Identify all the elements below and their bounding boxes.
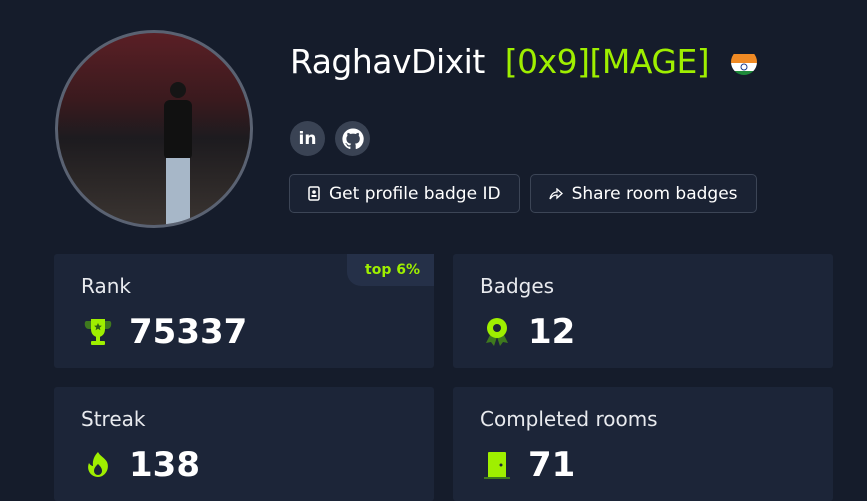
avatar-photo — [164, 82, 192, 225]
rank-card: Rank top 6% 75337 — [54, 254, 434, 368]
rank-label: Rank — [81, 274, 131, 298]
social-links: in — [290, 121, 370, 156]
username: RaghavDixit — [290, 42, 485, 81]
streak-label: Streak — [81, 407, 146, 431]
badges-label: Badges — [480, 274, 555, 298]
completed-rooms-value: 71 — [528, 445, 576, 485]
streak-card: Streak 138 — [54, 387, 434, 501]
linkedin-icon[interactable]: in — [290, 121, 325, 156]
share-room-badges-button[interactable]: Share room badges — [529, 174, 757, 213]
completed-rooms-card: Completed rooms 71 — [453, 387, 833, 501]
badge-icon — [486, 318, 508, 346]
top-percent-badge: top 6% — [347, 254, 434, 286]
id-badge-icon — [308, 186, 320, 201]
share-icon — [548, 187, 563, 199]
github-icon[interactable] — [335, 121, 370, 156]
rank-value: 75337 — [129, 312, 248, 352]
flame-icon — [88, 452, 108, 477]
door-icon — [484, 452, 510, 479]
completed-rooms-label: Completed rooms — [480, 407, 658, 431]
india-flag-icon — [731, 49, 758, 75]
button-label: Share room badges — [571, 183, 738, 204]
profile-actions: Get profile badge ID Share room badges — [289, 174, 757, 213]
button-label: Get profile badge ID — [329, 183, 501, 204]
badges-card: Badges 12 — [453, 254, 833, 368]
profile-header: RaghavDixit [0x9][MAGE] — [290, 42, 758, 81]
avatar — [55, 30, 253, 228]
rank-tag: [0x9][MAGE] — [504, 42, 710, 81]
badges-value: 12 — [528, 312, 576, 352]
streak-value: 138 — [129, 445, 200, 485]
trophy-icon — [84, 319, 112, 345]
get-profile-badge-id-button[interactable]: Get profile badge ID — [289, 174, 520, 213]
